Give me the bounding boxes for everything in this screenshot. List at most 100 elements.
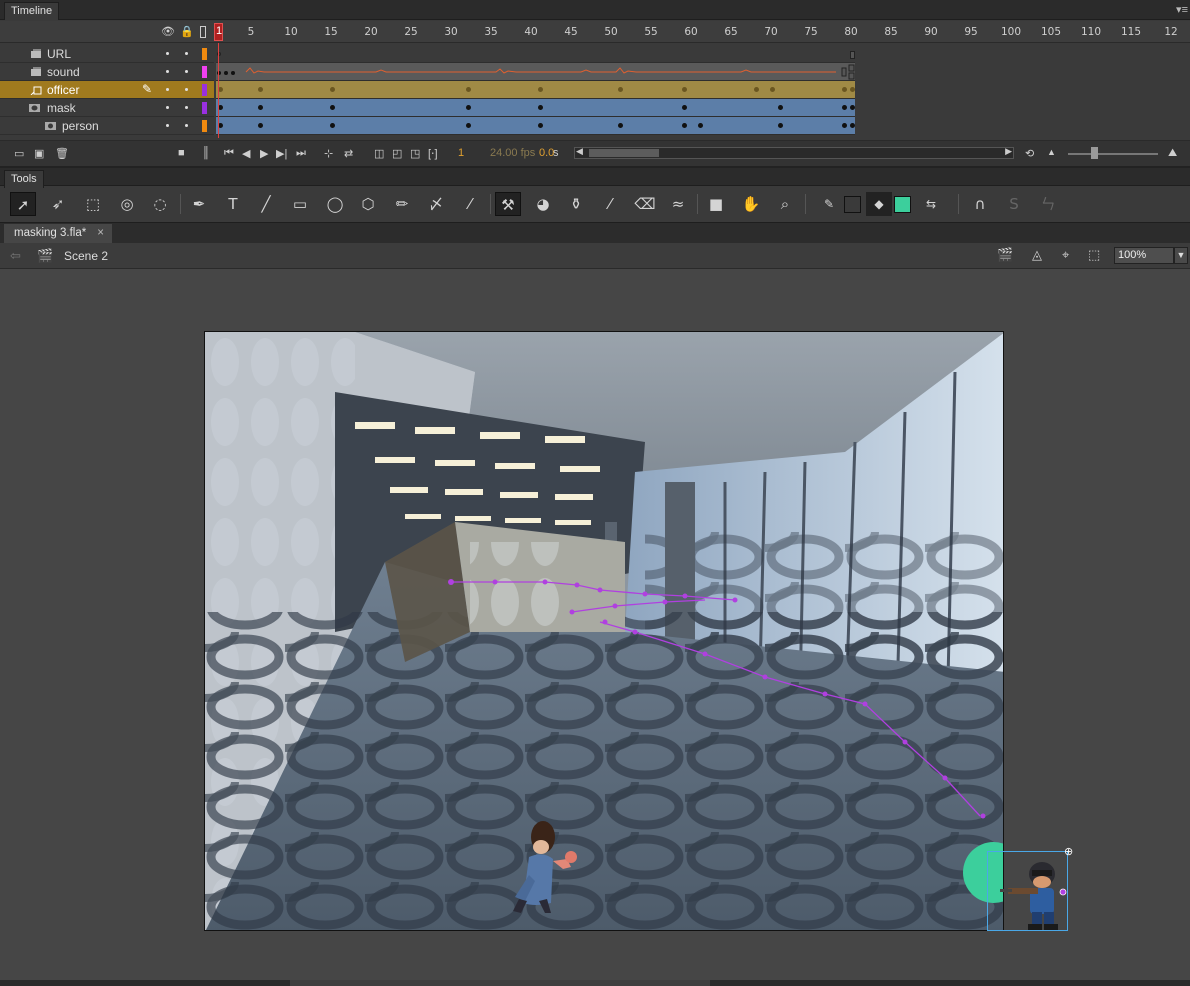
keyframe[interactable] <box>538 87 543 92</box>
go-first-frame-icon[interactable]: ⏮ <box>224 147 234 160</box>
keyframe[interactable] <box>698 123 703 128</box>
fill-color-icon[interactable]: ◆ <box>866 192 892 216</box>
modify-markers-icon[interactable]: [⋅] <box>428 147 438 160</box>
fps-value[interactable]: 24.00 fps <box>490 147 535 159</box>
keyframe[interactable] <box>466 105 471 110</box>
smooth-icon[interactable]: S <box>1001 192 1027 216</box>
lasso-tool-icon[interactable]: ◌ <box>147 192 173 216</box>
swap-colors-icon[interactable]: ⇆ <box>918 192 944 216</box>
edit-multiple-frames-icon[interactable]: ◳ <box>410 147 420 160</box>
camera-tool-icon[interactable]: ■ <box>703 192 729 216</box>
keyframe[interactable] <box>842 123 847 128</box>
keyframe[interactable] <box>466 87 471 92</box>
keyframe[interactable] <box>258 87 263 92</box>
frames-cell[interactable] <box>216 81 855 99</box>
keyframe[interactable] <box>618 123 623 128</box>
keyframe[interactable] <box>682 123 687 128</box>
frame-ruler[interactable]: 1510152025303540455055606570758085909510… <box>214 21 1190 43</box>
keyframe[interactable] <box>258 123 263 128</box>
stage-horizontal-scrollbar[interactable] <box>0 980 1190 986</box>
layer-color-swatch[interactable] <box>202 48 207 60</box>
visibility-dot[interactable] <box>166 70 169 73</box>
stroke-color-icon[interactable]: ✎ <box>816 192 842 216</box>
current-frame-value[interactable]: 1 <box>458 147 464 159</box>
sync-icon[interactable]: ⟲ <box>1025 147 1034 160</box>
person-character[interactable] <box>505 815 585 915</box>
subselection-tool-icon[interactable]: ➶ <box>45 192 71 216</box>
visibility-dot[interactable] <box>166 88 169 91</box>
frames-cell[interactable] <box>216 99 855 117</box>
layer-row-sound[interactable]: sound <box>0 63 1190 81</box>
layer-row-person[interactable]: person <box>0 117 1190 135</box>
lock-dot[interactable] <box>185 88 188 91</box>
width-tool-icon[interactable]: ≈ <box>665 192 691 216</box>
fill-color-swatch[interactable] <box>894 196 911 213</box>
new-layer-icon[interactable]: ▭ <box>14 147 24 160</box>
frames-cell[interactable] <box>216 117 855 135</box>
keyframe[interactable] <box>538 123 543 128</box>
selection-tool-icon[interactable]: ➚ <box>10 192 36 216</box>
edit-symbols-icon[interactable]: ◬ <box>1032 247 1042 263</box>
keyframe[interactable] <box>850 105 855 110</box>
eraser-tool-icon[interactable]: ⌫ <box>632 192 658 216</box>
close-icon[interactable]: × <box>97 227 104 239</box>
frames-cell[interactable] <box>216 63 855 81</box>
frame-size-knob[interactable] <box>1091 147 1098 159</box>
camera-icon[interactable]: ■ <box>178 147 185 159</box>
layer-label[interactable]: mask <box>47 101 76 115</box>
stage-area[interactable]: ⊕ <box>0 269 1190 980</box>
pencil-tool-icon[interactable]: ✏ <box>389 192 415 216</box>
line-tool-icon[interactable]: ╱ <box>253 192 279 216</box>
clip-content-icon[interactable]: ⬚ <box>1088 247 1100 263</box>
visibility-dot[interactable] <box>166 106 169 109</box>
hand-tool-icon[interactable]: ✋ <box>738 192 764 216</box>
loop-icon[interactable]: ⇄ <box>344 147 353 160</box>
layer-color-swatch[interactable] <box>202 66 207 78</box>
tools-tab[interactable]: Tools <box>4 170 44 188</box>
center-stage-icon[interactable]: ⌖ <box>1062 247 1069 263</box>
paint-brush-tool-icon[interactable]: 〆 <box>423 192 449 216</box>
layer-row-url[interactable]: URL <box>0 45 1190 63</box>
center-frame-icon[interactable]: ⊹ <box>324 147 333 160</box>
keyframe[interactable] <box>330 87 335 92</box>
play-icon[interactable]: ▶ <box>260 147 268 160</box>
ink-bottle-tool-icon[interactable]: ⚱ <box>563 192 589 216</box>
paint-bucket-tool-icon[interactable]: ◕ <box>530 192 556 216</box>
layer-color-swatch[interactable] <box>202 84 207 96</box>
visibility-dot[interactable] <box>166 124 169 127</box>
scroll-left-icon[interactable]: ◀ <box>576 146 583 157</box>
zoom-dropdown-icon[interactable]: ▼ <box>1174 247 1188 264</box>
keyframe[interactable] <box>778 123 783 128</box>
layer-row-officer[interactable]: officer ✎ <box>0 81 1190 99</box>
parent-view-icon[interactable]: ║ <box>202 147 210 159</box>
stroke-color-swatch[interactable] <box>844 196 861 213</box>
stage[interactable] <box>204 331 1004 931</box>
lock-dot[interactable] <box>185 124 188 127</box>
layer-label[interactable]: sound <box>47 65 80 79</box>
keyframe[interactable] <box>330 123 335 128</box>
back-arrow-icon[interactable]: ⇦ <box>10 248 21 264</box>
keyframe[interactable] <box>850 87 855 92</box>
keyframe[interactable] <box>258 105 263 110</box>
frames-cell[interactable] <box>216 45 855 63</box>
keyframe[interactable] <box>850 123 855 128</box>
document-tab[interactable]: masking 3.fla* × <box>4 224 112 244</box>
bone-tool-icon[interactable]: ⚒ <box>495 192 521 216</box>
delete-layer-icon[interactable]: 🗑 <box>55 147 69 160</box>
small-frames-icon[interactable]: ▲ <box>1047 147 1056 157</box>
scroll-thumb[interactable] <box>589 149 659 157</box>
zoom-input[interactable]: 100% <box>1114 247 1174 264</box>
layer-label[interactable]: person <box>62 119 99 133</box>
straighten-icon[interactable]: ㄣ <box>1035 192 1061 216</box>
onion-skin-icon[interactable]: ◫ <box>374 147 384 160</box>
keyframe[interactable] <box>842 105 847 110</box>
polystar-tool-icon[interactable]: ⬡ <box>355 192 381 216</box>
edit-scene-icon[interactable]: 🎬 <box>997 247 1013 263</box>
lock-dot[interactable] <box>185 70 188 73</box>
visibility-dot[interactable] <box>166 52 169 55</box>
elapsed-time-value[interactable]: 0.0 <box>539 147 554 159</box>
keyframe[interactable] <box>330 105 335 110</box>
scroll-right-icon[interactable]: ▶ <box>1005 146 1012 157</box>
step-forward-icon[interactable]: ▶| <box>276 147 287 160</box>
lock-icon[interactable]: 🔒 <box>180 25 194 38</box>
